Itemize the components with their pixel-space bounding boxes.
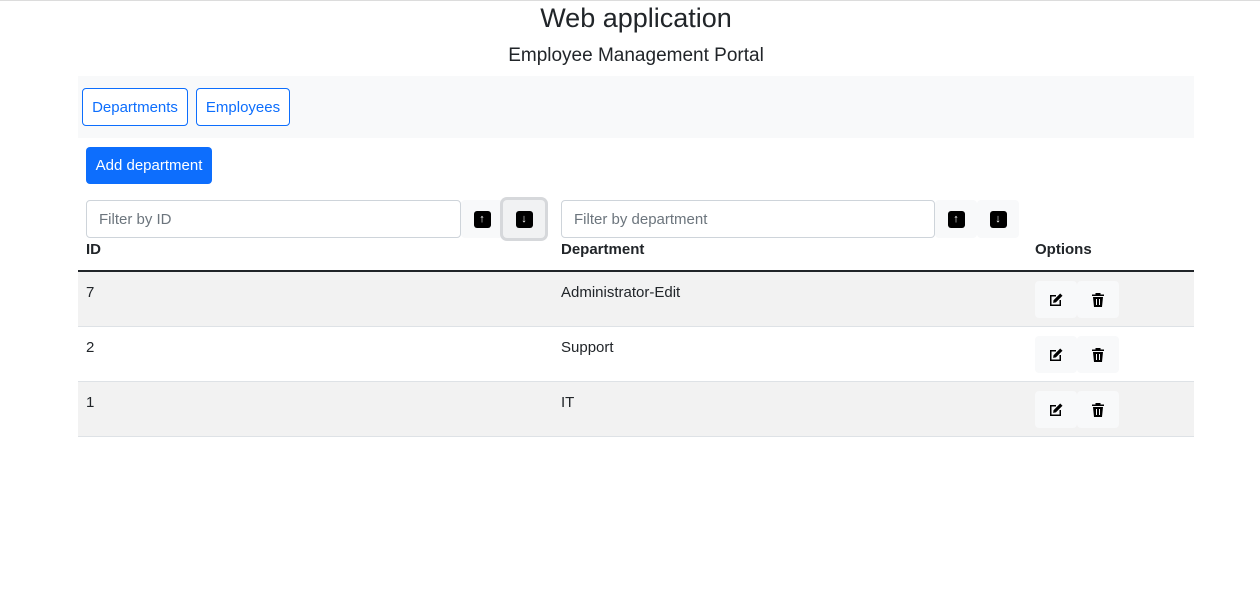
column-header-options: Options — [1035, 241, 1092, 258]
delete-button[interactable] — [1077, 391, 1119, 428]
edit-icon — [1050, 348, 1063, 361]
sort-department-desc-button[interactable]: ↓ — [977, 200, 1019, 238]
trash-icon — [1092, 292, 1104, 307]
edit-button[interactable] — [1035, 336, 1077, 373]
column-header-department: Department — [561, 241, 645, 258]
filter-department-input[interactable] — [561, 200, 935, 238]
add-department-button[interactable]: Add department — [86, 147, 212, 184]
arrow-down-icon: ↓ — [515, 210, 533, 228]
row-department: Administrator-Edit — [561, 284, 681, 301]
row-id: 2 — [86, 339, 95, 356]
row-id: 1 — [86, 394, 95, 411]
table-row: 1 IT — [78, 382, 1194, 437]
delete-button[interactable] — [1077, 336, 1119, 373]
page-subtitle: Employee Management Portal — [508, 45, 764, 66]
row-department: IT — [561, 394, 575, 411]
column-header-id: ID — [86, 241, 101, 258]
nav-employees-button[interactable]: Employees — [196, 88, 290, 126]
trash-icon — [1092, 402, 1104, 417]
filter-id-input[interactable] — [86, 200, 461, 238]
arrow-up-icon: ↑ — [947, 210, 965, 228]
arrow-up-icon: ↑ — [473, 210, 491, 228]
edit-button[interactable] — [1035, 281, 1077, 318]
row-department: Support — [561, 339, 614, 356]
delete-button[interactable] — [1077, 281, 1119, 318]
sort-id-asc-button[interactable]: ↑ — [461, 200, 503, 238]
row-id: 7 — [86, 284, 95, 301]
navbar: Departments Employees — [78, 76, 1194, 138]
table-row: 7 Administrator-Edit — [78, 272, 1194, 327]
table-row: 2 Support — [78, 327, 1194, 382]
nav-departments-button[interactable]: Departments — [82, 88, 188, 126]
sort-department-asc-button[interactable]: ↑ — [935, 200, 977, 238]
page-title: Web application — [540, 3, 732, 33]
edit-icon — [1050, 293, 1063, 306]
edit-button[interactable] — [1035, 391, 1077, 428]
sort-id-desc-button[interactable]: ↓ — [503, 200, 545, 238]
edit-icon — [1050, 403, 1063, 416]
trash-icon — [1092, 347, 1104, 362]
arrow-down-icon: ↓ — [989, 210, 1007, 228]
